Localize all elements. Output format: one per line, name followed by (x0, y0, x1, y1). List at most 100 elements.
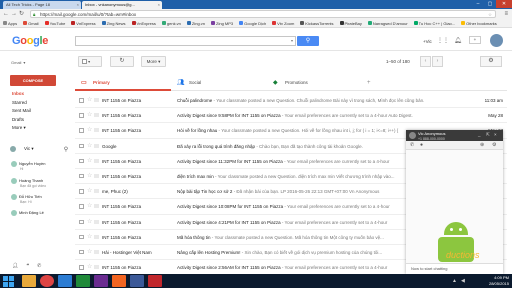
close-tab-icon[interactable]: × (77, 1, 79, 9)
important-marker-icon[interactable] (94, 98, 99, 102)
important-marker-icon[interactable] (94, 173, 99, 178)
add-tab-button[interactable]: + (365, 75, 375, 91)
important-marker-icon[interactable] (94, 143, 99, 148)
sidebar-item-starred[interactable]: Starred (0, 99, 72, 108)
close-window-icon[interactable]: ✕ (496, 0, 512, 8)
more-actions-button[interactable]: More ▾ (141, 56, 166, 67)
avatar[interactable] (10, 146, 16, 152)
bookmark-item[interactable]: genk.vn (161, 21, 181, 26)
message-row[interactable]: ☆ INT 1155 on Piazza Activity Digest since… (75, 108, 507, 124)
bookmark-item[interactable]: Zing MP3 (211, 21, 233, 26)
row-checkbox[interactable] (79, 265, 84, 270)
row-checkbox[interactable] (79, 98, 84, 103)
popout-icon[interactable]: ⇱ (486, 132, 490, 137)
important-marker-icon[interactable] (94, 189, 99, 194)
star-icon[interactable]: ☆ (87, 230, 92, 244)
search-icon[interactable]: ⚲ (64, 146, 68, 153)
phone-icon[interactable]: ✆ (410, 142, 414, 148)
settings-button[interactable]: ⚙ (480, 56, 502, 67)
important-marker-icon[interactable] (94, 265, 99, 270)
chat-input[interactable]: Now to start chatting (406, 263, 503, 274)
search-input[interactable]: ▾ (75, 36, 296, 46)
google-logo[interactable]: Google (12, 35, 48, 47)
row-checkbox[interactable] (79, 143, 84, 149)
apps-grid-icon[interactable]: ⋮⋮ (437, 37, 449, 44)
bookmark-item[interactable]: Google Dịch (239, 21, 266, 26)
bookmark-item[interactable]: VnExpress (131, 21, 156, 26)
browser-tab-1[interactable]: All Tech Tricks - Page 18 × (3, 1, 81, 9)
star-icon[interactable]: ☆ (87, 245, 92, 259)
row-checkbox[interactable] (79, 234, 84, 240)
tab-promotions[interactable]: ◆ Promotions (267, 75, 363, 91)
search-options-icon[interactable]: ▾ (291, 38, 293, 43)
bookmark-item[interactable]: Zing.vn (186, 21, 205, 26)
avatar[interactable] (490, 34, 503, 47)
bookmark-item[interactable]: Gmail (23, 21, 39, 26)
bookmark-item[interactable]: Narragsed D'amour (367, 21, 408, 26)
row-checkbox[interactable] (79, 173, 84, 179)
bookmark-item[interactable]: Tu Hoc C++ | Giao... (413, 21, 455, 26)
forward-icon[interactable]: → (11, 10, 17, 18)
maximize-icon[interactable]: ▢ (484, 0, 496, 8)
star-icon[interactable]: ☆ (87, 260, 92, 274)
star-icon[interactable]: ☆ (87, 123, 92, 137)
hangouts-icon[interactable]: ❝ (26, 263, 29, 269)
refresh-button[interactable]: ↻ (110, 56, 134, 67)
important-marker-icon[interactable] (94, 249, 99, 254)
tab-primary[interactable]: ▭ Primary (75, 75, 171, 91)
star-icon[interactable]: ☆ (87, 108, 92, 122)
powerpoint-icon[interactable] (112, 275, 126, 287)
contact-item[interactable]: Nguyễn Huyền Hi (11, 161, 71, 171)
gmail-menu[interactable]: Gmail ▾ (11, 59, 25, 66)
star-icon[interactable]: ☆ (87, 139, 92, 153)
important-marker-icon[interactable] (94, 113, 99, 118)
share-icon[interactable]: + (469, 36, 481, 44)
notifications-icon[interactable]: 🔔︎ (454, 37, 462, 44)
word-icon[interactable] (58, 275, 72, 287)
user-name-link[interactable]: +Vic (423, 39, 432, 44)
row-checkbox[interactable] (79, 204, 84, 209)
contact-item[interactable]: Hoàng Thanh Bạn đã gọi video (11, 178, 71, 188)
bookmark-item[interactable]: Zing News (101, 21, 126, 26)
row-checkbox[interactable] (79, 128, 84, 133)
star-icon[interactable]: ☆ (87, 93, 92, 107)
row-checkbox[interactable] (79, 113, 84, 118)
me-status[interactable]: Vic ▾ (24, 146, 34, 153)
chat-header[interactable]: Vic Anonymous +1 888-000-0000 _ ⇱ × (406, 130, 503, 141)
sidebar-item-more[interactable]: More ▾ (0, 124, 72, 133)
excel-icon[interactable] (76, 275, 90, 287)
gear-icon[interactable]: ⚙ (492, 142, 496, 148)
important-marker-icon[interactable] (94, 158, 99, 163)
important-marker-icon[interactable] (94, 219, 99, 224)
app-icon[interactable] (130, 275, 144, 287)
star-icon[interactable]: ☆ (87, 215, 92, 229)
video-icon[interactable]: ● (420, 142, 423, 148)
newer-page-button[interactable]: › (432, 56, 443, 67)
person-icon[interactable]: 👤︎ (12, 263, 18, 269)
compose-button[interactable]: COMPOSE (10, 75, 56, 86)
clock[interactable]: 4:09 PM 28/05/2015 (489, 275, 509, 286)
bookmark-item[interactable]: Apps (3, 21, 17, 26)
row-checkbox[interactable] (79, 249, 84, 255)
bookmark-item[interactable]: Other bookmarks (461, 21, 497, 26)
important-marker-icon[interactable] (94, 234, 99, 239)
browser-tab-2[interactable]: Inbox - vnkanonymous@g... × (82, 1, 162, 9)
sidebar-item-drafts[interactable]: Drafts (0, 116, 72, 125)
row-checkbox[interactable] (79, 219, 84, 224)
add-person-icon[interactable]: ⊕ (480, 142, 484, 148)
tab-social[interactable]: 👥︎ Social (171, 75, 267, 91)
phone-icon[interactable]: ✆ (37, 263, 41, 269)
close-tab-icon[interactable]: × (158, 1, 160, 9)
row-checkbox[interactable] (79, 189, 84, 194)
file-explorer-icon[interactable] (22, 275, 36, 287)
start-button[interactable] (2, 275, 15, 287)
back-icon[interactable]: ← (3, 10, 9, 18)
bookmark-item[interactable]: KickassTorrents (300, 21, 334, 26)
important-marker-icon[interactable] (94, 128, 99, 133)
row-checkbox[interactable] (79, 158, 84, 164)
browser-menu-icon[interactable]: ≡ (504, 10, 508, 18)
important-marker-icon[interactable] (94, 204, 99, 209)
bookmark-item[interactable]: VnExpress (71, 21, 96, 26)
contact-item[interactable]: Minh Đặng Lê (11, 210, 71, 216)
star-icon[interactable]: ☆ (87, 154, 92, 168)
